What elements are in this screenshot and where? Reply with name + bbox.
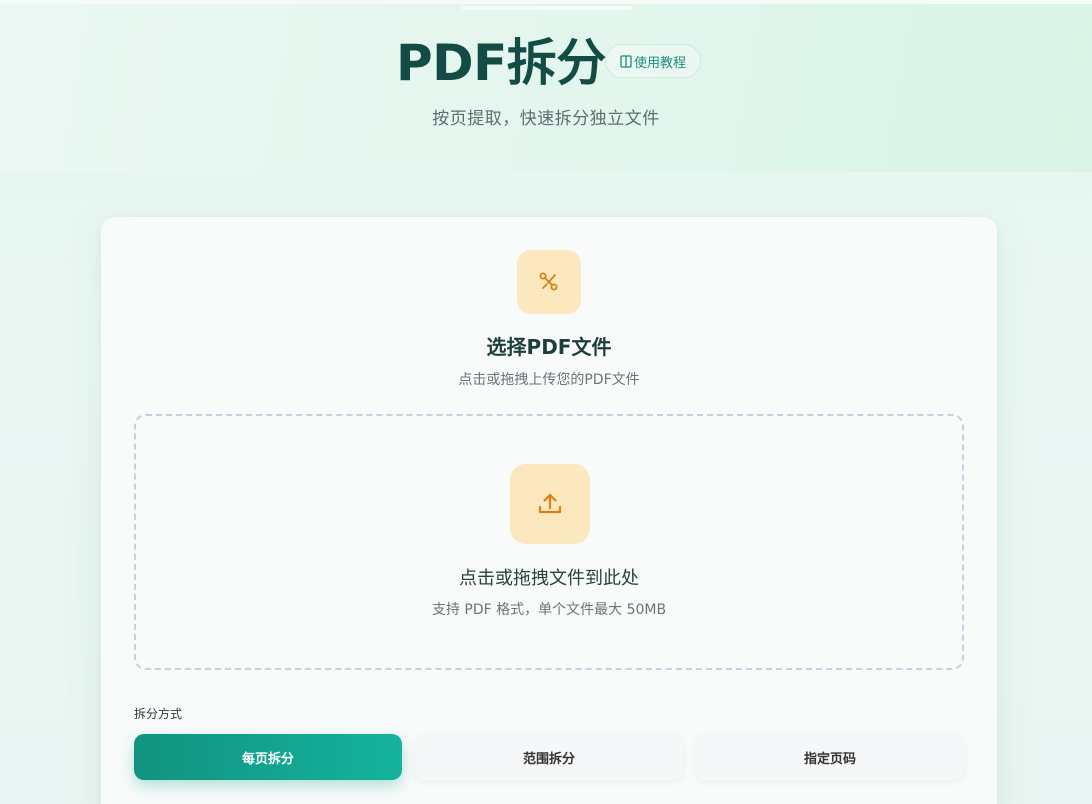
tutorial-button[interactable]: 使用教程 bbox=[605, 44, 701, 78]
page-title: PDF拆分 bbox=[396, 34, 606, 92]
scissors-icon bbox=[517, 250, 581, 314]
split-specific-pages-button[interactable]: 指定页码 bbox=[696, 734, 964, 780]
book-icon bbox=[620, 54, 632, 68]
dropzone-title: 点击或拖拽文件到此处 bbox=[459, 568, 639, 589]
file-dropzone[interactable]: 点击或拖拽文件到此处 支持 PDF 格式，单个文件最大 50MB bbox=[134, 414, 964, 670]
card-subtitle: 点击或拖拽上传您的PDF文件 bbox=[458, 372, 640, 388]
page: PDF拆分 使用教程 按页提取，快速拆分独立文件 选择PDF文件 点击或拖拽上传… bbox=[0, 0, 1092, 804]
tutorial-label: 使用教程 bbox=[633, 55, 686, 71]
top-handle bbox=[462, 6, 632, 10]
upload-card: 选择PDF文件 点击或拖拽上传您的PDF文件 点击或拖拽文件到此处 支持 PDF… bbox=[101, 217, 997, 804]
page-subtitle: 按页提取，快速拆分独立文件 bbox=[432, 109, 660, 129]
split-each-page-button[interactable]: 每页拆分 bbox=[134, 734, 402, 780]
dropzone-hint: 支持 PDF 格式，单个文件最大 50MB bbox=[431, 602, 667, 618]
split-mode-label: 拆分方式 bbox=[134, 707, 183, 721]
card-title: 选择PDF文件 bbox=[486, 335, 612, 359]
upload-icon bbox=[510, 464, 590, 544]
split-range-button[interactable]: 范围拆分 bbox=[415, 734, 683, 780]
hero-header: PDF拆分 使用教程 按页提取，快速拆分独立文件 bbox=[0, 0, 1092, 172]
